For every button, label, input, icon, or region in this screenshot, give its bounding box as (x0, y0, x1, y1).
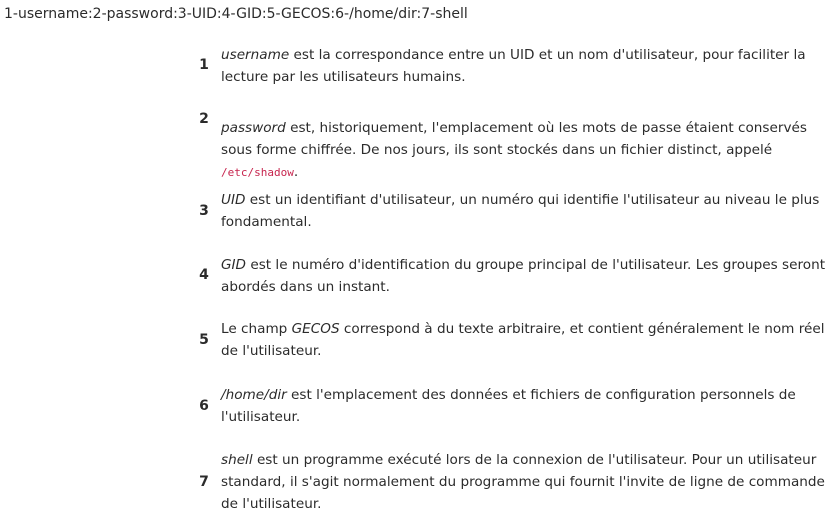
item-number: 2 (199, 111, 209, 127)
format-line: 1-username:2-password:3-UID:4-GID:5-GECO… (4, 6, 468, 22)
item-term: UID (221, 192, 246, 208)
item-term: shell (221, 452, 253, 468)
item-number: 3 (199, 203, 209, 219)
inline-code: /etc/shadow (221, 166, 294, 179)
item-term: username (221, 47, 290, 63)
item-description: password est, historiquement, l'emplacem… (221, 117, 827, 184)
item-text: est la correspondance entre un UID et un… (221, 47, 806, 85)
item-description: shell est un programme exécuté lors de l… (221, 449, 827, 515)
item-text: est le numéro d'identification du groupe… (221, 257, 826, 295)
item-term: password (221, 120, 286, 136)
item-text: est l'emplacement des données et fichier… (221, 387, 796, 425)
item-description: GID est le numéro d'identification du gr… (221, 254, 827, 298)
item-term: GECOS (291, 321, 340, 337)
item-description: /home/dir est l'emplacement des données … (221, 384, 827, 428)
item-description: username est la correspondance entre un … (221, 44, 827, 88)
item-term: GID (221, 257, 247, 273)
item-text: est un identifiant d'utilisateur, un num… (221, 192, 820, 230)
item-text: est un programme exécuté lors de la conn… (221, 452, 825, 512)
item-description: UID est un identifiant d'utilisateur, un… (221, 189, 827, 233)
item-text-after: . (293, 164, 299, 180)
item-number: 4 (199, 267, 209, 283)
item-number: 5 (199, 332, 209, 348)
item-description: Le champ GECOS correspond à du texte arb… (221, 318, 827, 362)
item-text: est, historiquement, l'emplacement où le… (221, 120, 807, 158)
item-number: 7 (199, 474, 209, 490)
item-term: /home/dir (221, 387, 287, 403)
item-number: 1 (199, 57, 209, 73)
item-number: 6 (199, 398, 209, 414)
item-text-before: Le champ (221, 321, 292, 337)
